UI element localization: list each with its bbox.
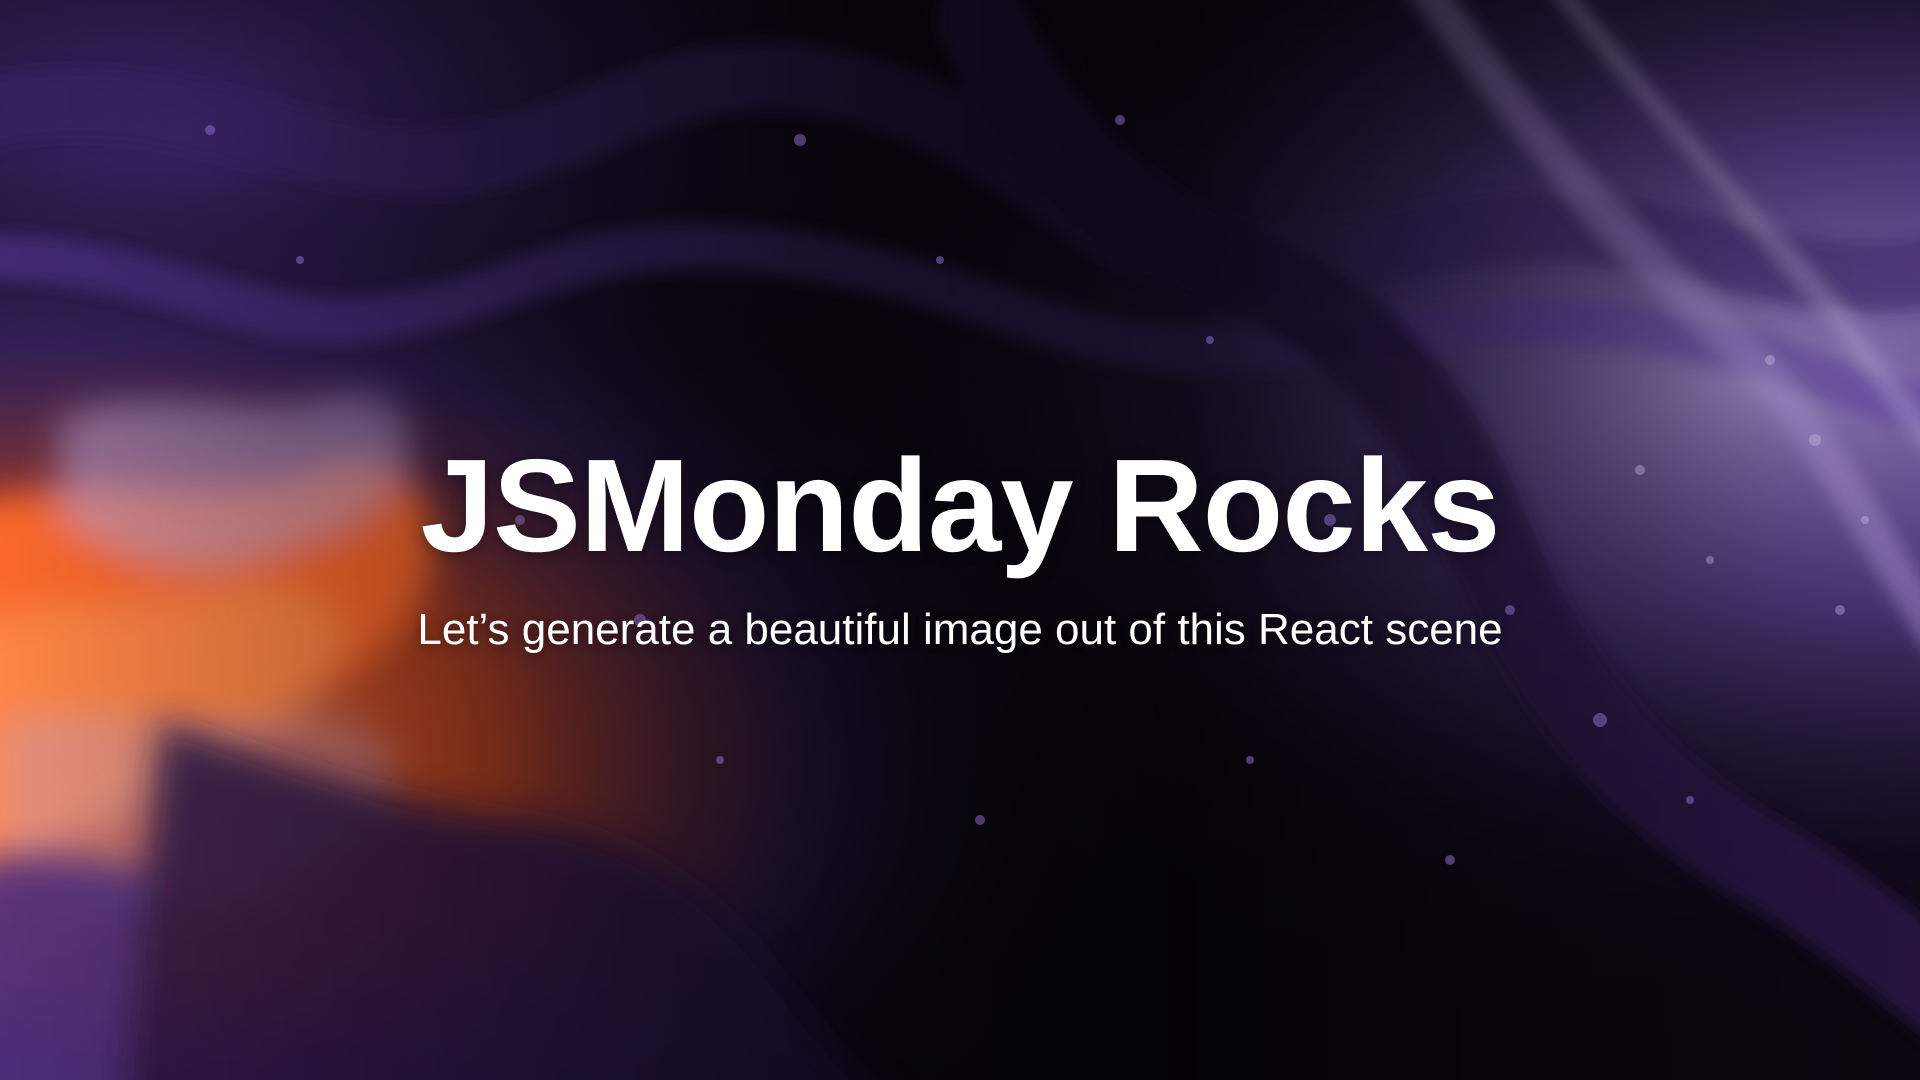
hero-slide: JSMonday Rocks Let’s generate a beautifu…	[0, 0, 1920, 1080]
hero-text: JSMonday Rocks Let’s generate a beautifu…	[0, 440, 1920, 654]
page-subtitle: Let’s generate a beautiful image out of …	[417, 605, 1503, 654]
page-title: JSMonday Rocks	[420, 432, 1501, 579]
